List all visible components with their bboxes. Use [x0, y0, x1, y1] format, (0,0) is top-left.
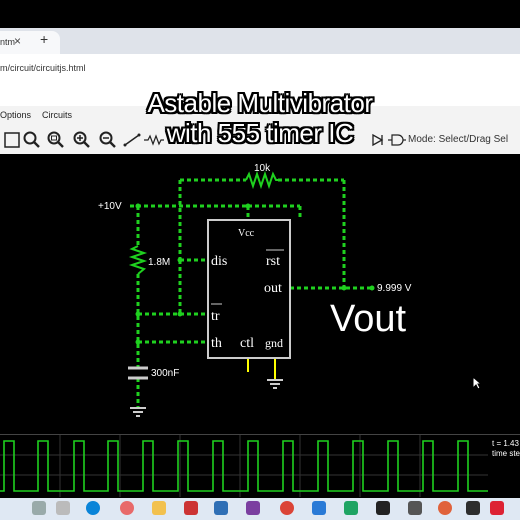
taskbar-terminal-icon[interactable] — [376, 501, 390, 515]
node-supply — [135, 203, 141, 209]
taskbar-app-icon-5[interactable] — [246, 501, 260, 515]
tab-title: ntm — [0, 37, 16, 47]
pin-gnd-label: gnd — [265, 336, 283, 350]
scope-time-step: time ste — [492, 449, 520, 458]
pin-out-label: out — [264, 281, 282, 296]
pin-dis-label: dis — [211, 254, 227, 269]
taskbar-app-icon-3[interactable] — [184, 501, 198, 515]
taskbar-app-icon-4[interactable] — [214, 501, 228, 515]
resistor-left-label: 1.8M — [148, 257, 170, 268]
pin-ctl-label: ctl — [240, 336, 254, 351]
resistor-10k[interactable] — [245, 170, 278, 190]
circuit-diagram[interactable]: +10V 10k 1.8M 300nF Vcc dis rst out tr t… — [0, 154, 520, 434]
circuit-canvas[interactable]: +10V 10k 1.8M 300nF Vcc dis rst out tr t… — [0, 154, 520, 434]
taskbar-app-icon-8[interactable] — [408, 501, 422, 515]
taskbar-app-icon-7[interactable] — [344, 501, 358, 515]
node-left-tr — [135, 311, 141, 317]
node-out — [341, 285, 347, 291]
capacitor-label: 300nF — [151, 368, 179, 379]
mouse-cursor-icon — [472, 375, 483, 395]
node-dis — [177, 257, 183, 263]
top-black-strip — [0, 0, 520, 28]
oscilloscope-panel[interactable]: t = 1.43 time ste — [0, 434, 520, 499]
taskbar-edge-icon[interactable] — [86, 501, 100, 515]
supply-label: +10V — [98, 201, 122, 212]
scope-grid — [0, 435, 488, 497]
address-bar[interactable]: m/circuit/circuitjs.html — [0, 54, 520, 85]
taskbar-app-icon-10[interactable] — [466, 501, 480, 515]
tab-close-icon[interactable]: × — [14, 34, 21, 48]
pin-rst-label: rst — [266, 254, 280, 269]
node-out-end — [369, 285, 375, 291]
resistor-top-label: 10k — [254, 163, 271, 174]
overlay-title-line2: with 555 timer IC — [166, 118, 354, 148]
overlay-title-line1: Astable Multivibrator — [147, 88, 373, 118]
scope-time: t = 1.43 — [492, 439, 519, 448]
chip-vcc-label: Vcc — [238, 228, 255, 239]
ground-symbol-left[interactable] — [130, 407, 146, 417]
browser-tab[interactable]: ntm × — [0, 31, 60, 54]
vout-label: Vout — [330, 298, 407, 340]
taskbar-app-icon-9[interactable] — [438, 501, 452, 515]
taskbar-app-icon-2[interactable] — [120, 501, 134, 515]
taskbar-chrome-icon[interactable] — [280, 501, 294, 515]
new-tab-button[interactable]: + — [40, 31, 48, 47]
os-taskbar — [0, 498, 520, 520]
pin-tr-label: tr — [211, 309, 220, 324]
url-text[interactable]: m/circuit/circuitjs.html — [0, 63, 86, 73]
taskbar-app-icon-6[interactable] — [312, 501, 326, 515]
node-vcc — [245, 203, 251, 209]
output-voltage-label: 9.999 V — [377, 283, 412, 294]
pin-th-label: th — [211, 336, 222, 351]
taskbar-app-icon-11[interactable] — [490, 501, 504, 515]
node-left-th — [135, 339, 141, 345]
taskbar-widgets-icon[interactable] — [32, 501, 46, 515]
taskbar-folder-icon[interactable] — [152, 501, 166, 515]
taskbar-app-icon[interactable] — [56, 501, 70, 515]
ground-symbol-chip[interactable] — [267, 379, 283, 389]
scope-square-wave — [0, 440, 488, 492]
browser-tab-bar: ntm × + — [0, 28, 520, 54]
node-tr — [177, 311, 183, 317]
scope-info: t = 1.43 time ste — [492, 439, 520, 459]
resistor-1-8m[interactable] — [128, 245, 148, 275]
